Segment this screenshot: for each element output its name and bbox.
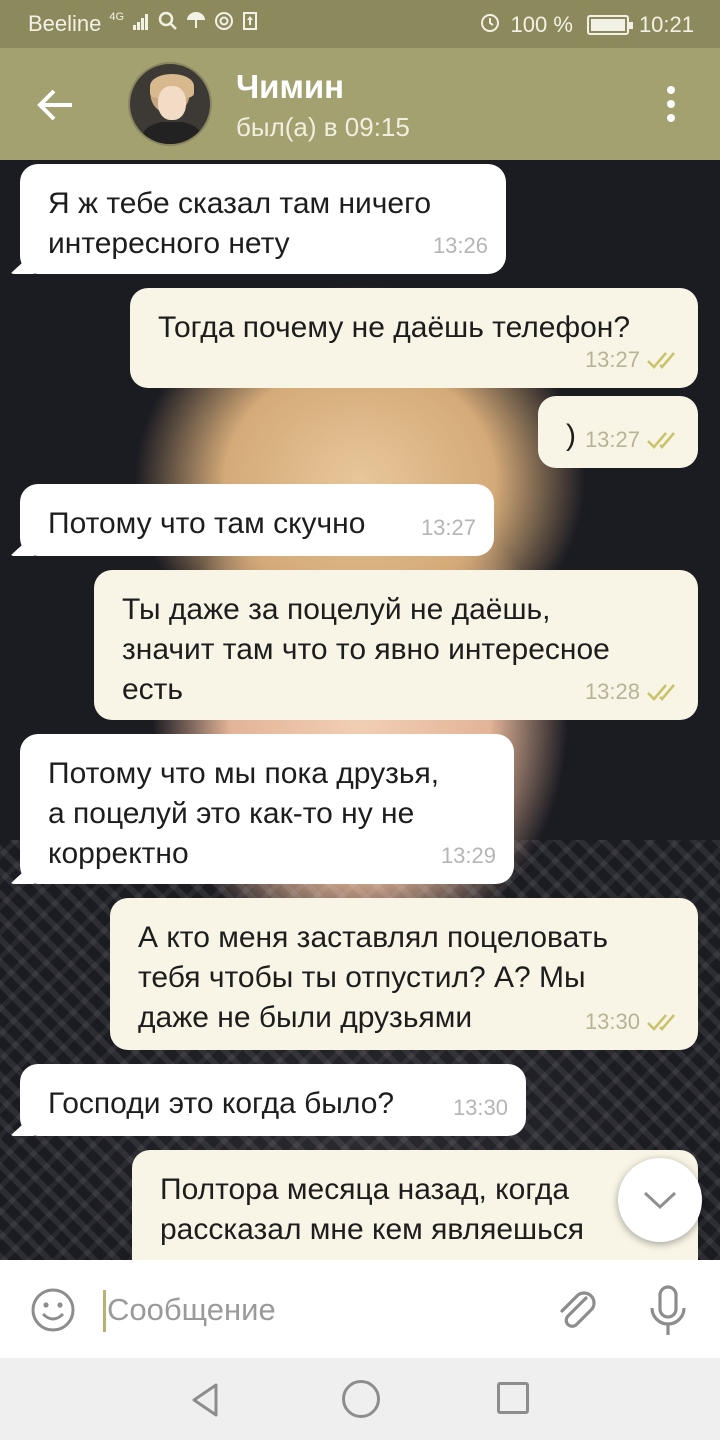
clock-label: 10:21 [638, 12, 694, 37]
nav-home-icon[interactable] [342, 1380, 380, 1418]
message-bubble-outgoing[interactable]: ) 13:27 [538, 396, 698, 468]
message-text: Полтора месяца назад, когда рассказал мн… [160, 1173, 584, 1246]
nav-recent-apps-icon[interactable] [497, 1382, 529, 1414]
message-bubble-outgoing[interactable]: А кто меня заставлял поцеловать тебя что… [110, 898, 698, 1050]
battery-fill [590, 19, 625, 31]
avatar-face [158, 86, 186, 120]
alarm-icon [479, 11, 501, 39]
message-text: Потому что мы пока друзья, а поцелуй это… [48, 757, 440, 870]
signal-icon [132, 11, 150, 37]
read-checkmarks-icon [646, 1013, 680, 1031]
message-bubble-outgoing[interactable]: Полтора месяца назад, когда рассказал мн… [132, 1150, 698, 1260]
more-menu-icon[interactable] [656, 82, 686, 126]
message-bubble-incoming[interactable]: Потому что мы пока друзья, а поцелуй это… [20, 734, 514, 884]
message-time: 13:29 [440, 843, 496, 868]
text-cursor [103, 1290, 106, 1332]
status-bar: Beeline 4G 100 % 10:21 [0, 0, 720, 48]
contact-name[interactable]: Чимин [236, 68, 344, 106]
avatar-body [142, 122, 202, 144]
read-checkmarks-icon [646, 683, 680, 701]
message-time: 13:27 [584, 427, 640, 452]
message-bubble-incoming[interactable]: Потому что там скучно 13:27 [20, 484, 494, 556]
chat-header: Чимин был(а) в 09:15 [0, 48, 720, 160]
chat-area[interactable]: Я ж тебе сказал там ничего интересного н… [0, 160, 720, 1260]
battery-percent-label: 100 % [510, 12, 573, 37]
message-time: 13:26 [432, 233, 488, 258]
scroll-to-bottom-button[interactable] [618, 1158, 702, 1242]
battery-icon [586, 15, 633, 35]
last-seen-status: был(а) в 09:15 [236, 112, 410, 142]
message-bubble-outgoing[interactable]: Тогда почему не даёшь телефон? 13:27 [130, 288, 698, 388]
contact-avatar[interactable] [128, 62, 212, 146]
paperclip-icon[interactable] [552, 1284, 602, 1334]
message-time: 13:27 [420, 515, 476, 540]
emoji-icon[interactable] [30, 1287, 76, 1333]
message-text: Потому что там скучно [48, 507, 366, 540]
nav-back-icon[interactable] [186, 1380, 226, 1420]
read-checkmarks-icon [646, 351, 680, 369]
system-nav-bar [0, 1358, 720, 1440]
message-time: 13:27 [584, 347, 640, 372]
message-time: 13:30 [584, 1009, 640, 1034]
message-bubble-incoming[interactable]: Господи это когда было? 13:30 [20, 1064, 526, 1136]
back-arrow-icon[interactable] [30, 80, 80, 130]
upload-icon [242, 11, 258, 37]
carrier-label: Beeline [28, 11, 102, 36]
search-icon [158, 11, 178, 37]
at-icon [214, 11, 234, 37]
chevron-down-icon [643, 1191, 677, 1210]
message-text: Господи это когда было? [48, 1087, 395, 1120]
read-checkmarks-icon [646, 431, 680, 449]
message-composer [0, 1260, 720, 1358]
umbrella-icon [186, 11, 206, 37]
microphone-icon[interactable] [646, 1284, 690, 1338]
message-time: 13:30 [452, 1095, 508, 1120]
message-time: 13:28 [584, 679, 640, 704]
message-text: Я ж тебе сказал там ничего интересного н… [48, 187, 432, 260]
message-input[interactable] [107, 1284, 527, 1336]
network-type-label: 4G [109, 11, 125, 23]
message-bubble-outgoing[interactable]: Ты даже за поцелуй не даёшь, значит там … [94, 570, 698, 720]
message-bubble-incoming[interactable]: Я ж тебе сказал там ничего интересного н… [20, 164, 506, 274]
